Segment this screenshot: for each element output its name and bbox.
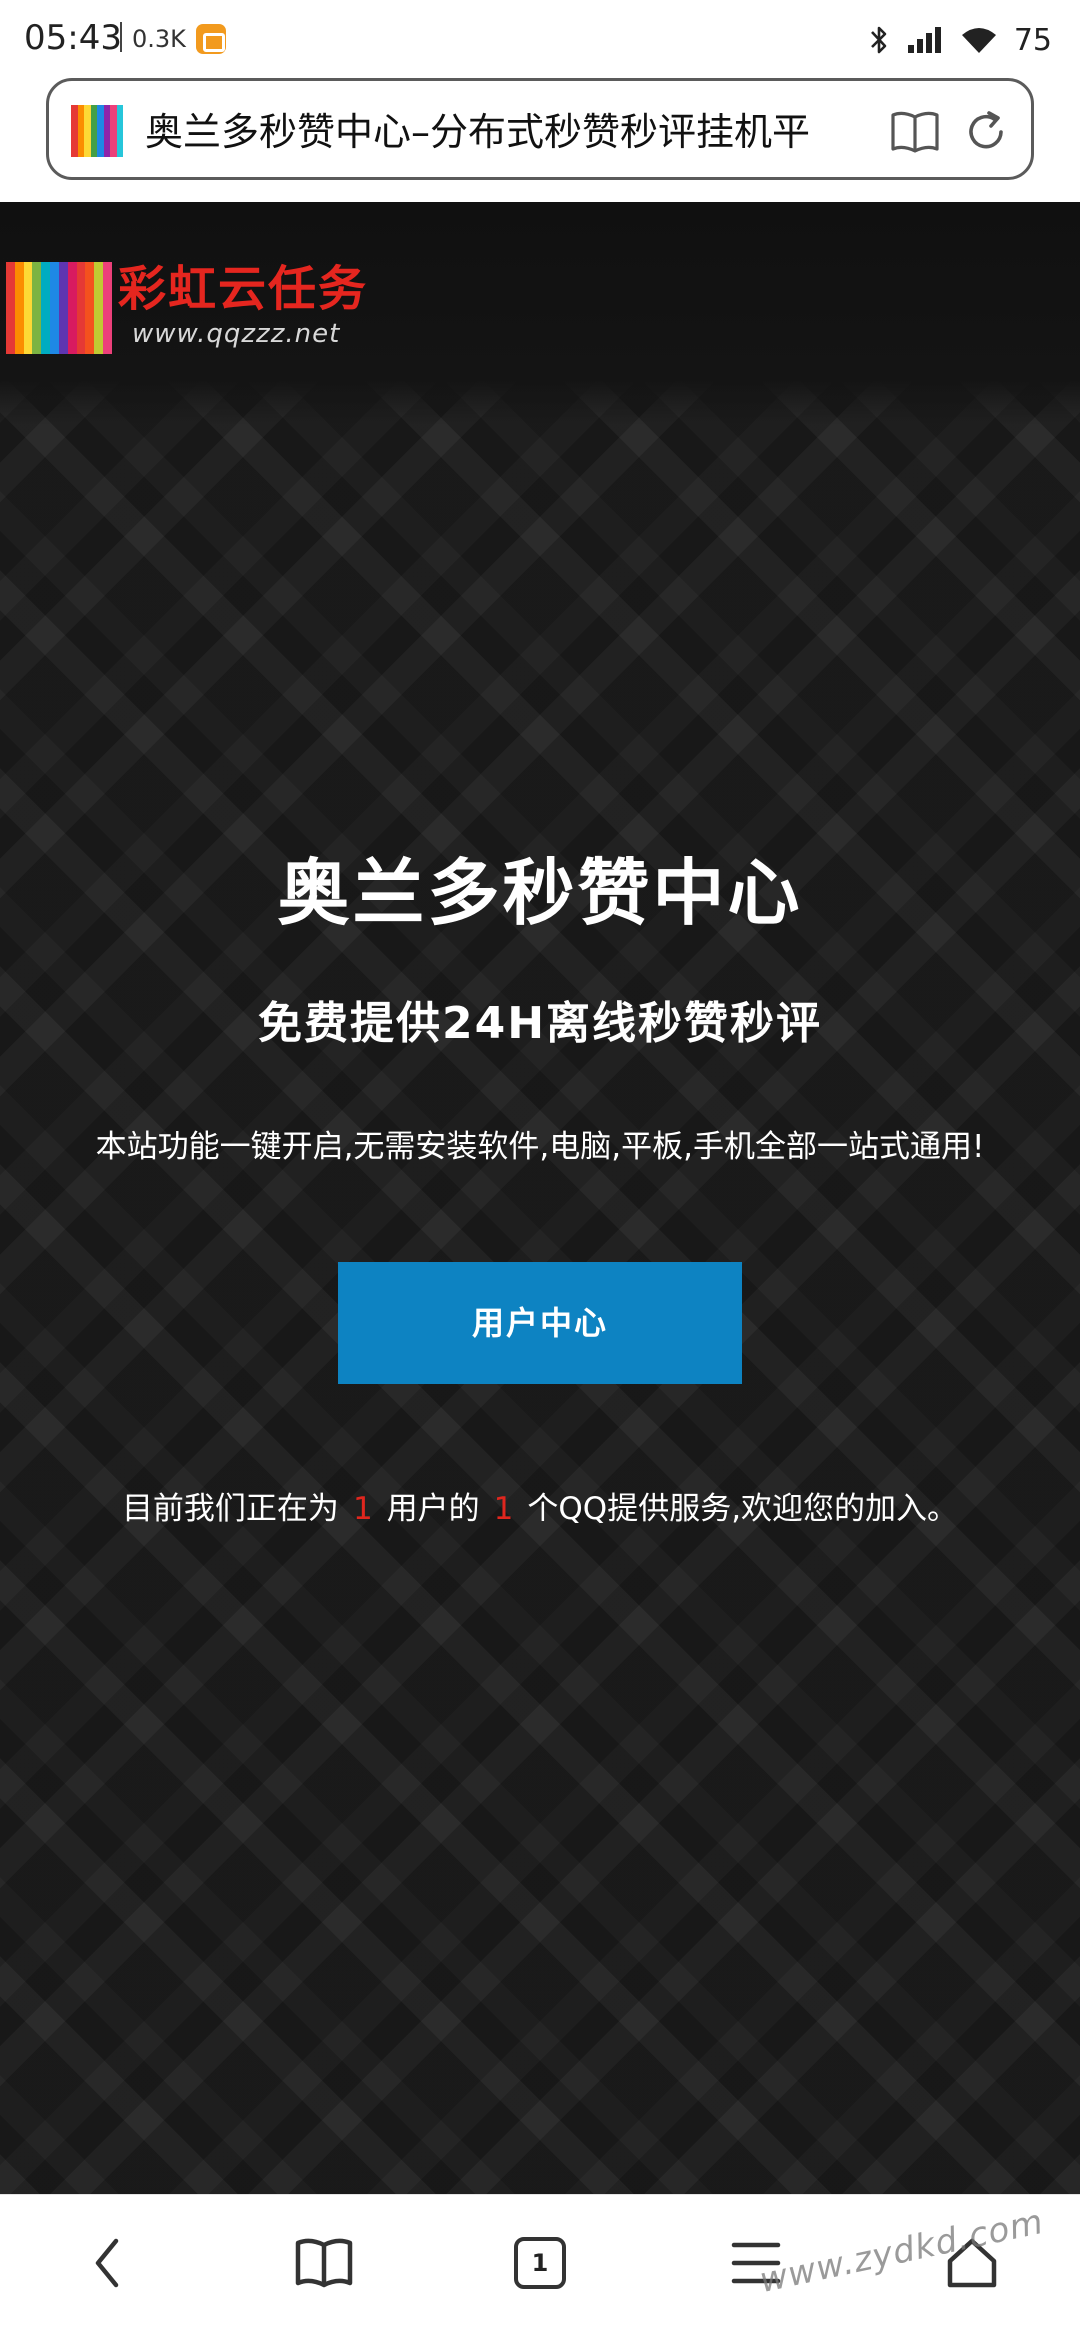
hero-description: 本站功能一键开启,无需安装软件,电脑,平板,手机全部一站式通用! bbox=[95, 1129, 985, 1165]
notification-app-icon bbox=[196, 24, 226, 54]
browser-toolbar: 奥兰多秒赞中心–分布式秒赞秒评挂机平 bbox=[0, 76, 1080, 202]
logo-url: www.qqzzz.net bbox=[132, 319, 341, 349]
qq-count: 1 bbox=[493, 1491, 514, 1527]
user-center-button[interactable]: 用户中心 bbox=[338, 1262, 742, 1384]
site-header: 彩虹云任务 www.qqzzz.net bbox=[0, 202, 1080, 424]
address-bar[interactable]: 奥兰多秒赞中心–分布式秒赞秒评挂机平 bbox=[46, 78, 1034, 180]
page-title[interactable]: 奥兰多秒赞中心–分布式秒赞秒评挂机平 bbox=[145, 107, 865, 157]
stats-middle: 用户的 bbox=[386, 1491, 480, 1527]
hero-title: 奥兰多秒赞中心 bbox=[277, 851, 803, 935]
hero-subtitle: 免费提供24H离线秒赞秒评 bbox=[257, 998, 823, 1049]
logo-stripes-icon bbox=[6, 262, 112, 354]
back-button[interactable] bbox=[68, 2223, 148, 2303]
status-bar: 05:43 0.3K 75 bbox=[0, 0, 1080, 76]
signal-icon bbox=[907, 27, 941, 53]
book-icon bbox=[295, 2238, 353, 2288]
bluetooth-icon bbox=[870, 26, 887, 54]
wifi-icon bbox=[961, 28, 996, 53]
battery-level: 75 bbox=[1013, 22, 1052, 58]
web-page: 彩虹云任务 www.qqzzz.net 奥兰多秒赞中心 免费提供24H离线秒赞秒… bbox=[0, 202, 1080, 2194]
bookmarks-button[interactable] bbox=[284, 2223, 364, 2303]
status-icons: 75 bbox=[868, 20, 1052, 60]
reload-icon[interactable] bbox=[961, 107, 1011, 157]
stats-prefix: 目前我们正在为 bbox=[121, 1491, 339, 1527]
service-stats: 目前我们正在为 1 用户的 1 个QQ提供服务,欢迎您的加入。 bbox=[0, 1488, 1080, 1530]
site-logo[interactable]: 彩虹云任务 www.qqzzz.net bbox=[6, 258, 386, 358]
status-time: 05:43 bbox=[24, 18, 122, 58]
status-divider bbox=[120, 22, 122, 52]
back-icon bbox=[95, 2238, 119, 2288]
tabs-button[interactable]: 1 bbox=[500, 2223, 580, 2303]
reader-mode-icon[interactable] bbox=[889, 107, 941, 157]
tab-count: 1 bbox=[514, 2237, 566, 2289]
stats-suffix: 个QQ提供服务,欢迎您的加入。 bbox=[527, 1491, 959, 1527]
logo-text: 彩虹云任务 bbox=[118, 261, 369, 317]
network-speed: 0.3K bbox=[132, 25, 186, 53]
user-count: 1 bbox=[352, 1491, 373, 1527]
site-favicon-icon bbox=[71, 105, 123, 157]
